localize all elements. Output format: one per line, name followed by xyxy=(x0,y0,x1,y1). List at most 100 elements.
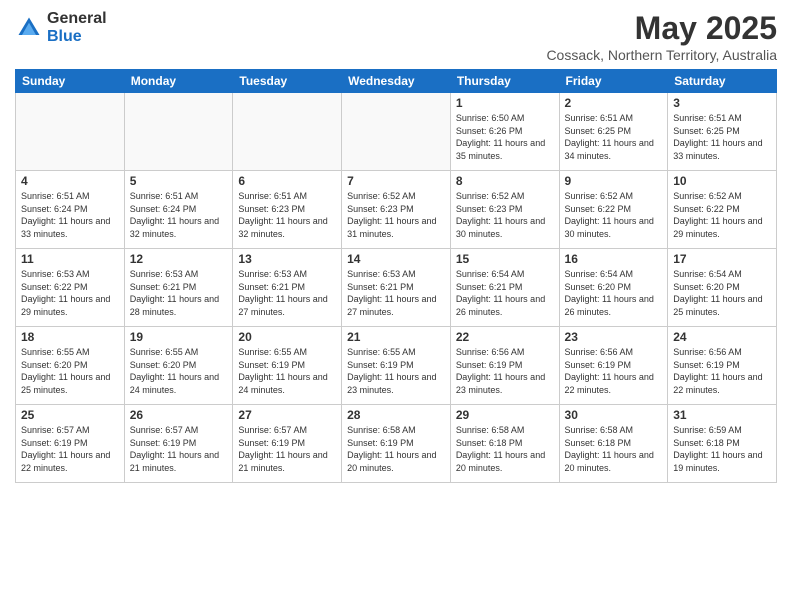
calendar-header-tuesday: Tuesday xyxy=(233,70,342,93)
logo-general: General xyxy=(47,10,107,28)
day-number: 29 xyxy=(456,408,554,422)
day-number: 30 xyxy=(565,408,663,422)
day-number: 8 xyxy=(456,174,554,188)
calendar-cell xyxy=(16,93,125,171)
day-info: Sunrise: 6:57 AM Sunset: 6:19 PM Dayligh… xyxy=(21,424,119,474)
calendar-cell: 15 Sunrise: 6:54 AM Sunset: 6:21 PM Dayli… xyxy=(450,249,559,327)
day-number: 9 xyxy=(565,174,663,188)
day-number: 22 xyxy=(456,330,554,344)
page-container: General Blue May 2025 Cossack, Northern … xyxy=(0,0,792,612)
day-info: Sunrise: 6:59 AM Sunset: 6:18 PM Dayligh… xyxy=(673,424,771,474)
calendar-cell: 8Sunrise: 6:52 AM Sunset: 6:23 PM Daylig… xyxy=(450,171,559,249)
month-title: May 2025 xyxy=(546,10,777,47)
calendar-cell: 18 Sunrise: 6:55 AM Sunset: 6:20 PM Dayli… xyxy=(16,327,125,405)
calendar-cell: 3Sunrise: 6:51 AM Sunset: 6:25 PM Daylig… xyxy=(668,93,777,171)
calendar-header-saturday: Saturday xyxy=(668,70,777,93)
day-number: 28 xyxy=(347,408,445,422)
day-number: 3 xyxy=(673,96,771,110)
day-info: Sunrise: 6:51 AM Sunset: 6:23 PM Dayligh… xyxy=(238,190,336,240)
calendar-cell: 17 Sunrise: 6:54 AM Sunset: 6:20 PM Dayli… xyxy=(668,249,777,327)
day-number: 19 xyxy=(130,330,228,344)
calendar-cell: 10Sunrise: 6:52 AM Sunset: 6:22 PM Dayli… xyxy=(668,171,777,249)
calendar-week-row: 18 Sunrise: 6:55 AM Sunset: 6:20 PM Dayli… xyxy=(16,327,777,405)
calendar-cell: 2 Sunrise: 6:51 AM Sunset: 6:25 PM Daylig… xyxy=(559,93,668,171)
day-info: Sunrise: 6:51 AM Sunset: 6:24 PM Dayligh… xyxy=(130,190,228,240)
day-info: Sunrise: 6:51 AM Sunset: 6:25 PM Dayligh… xyxy=(565,112,663,162)
day-info: Sunrise: 6:55 AM Sunset: 6:20 PM Dayligh… xyxy=(130,346,228,396)
logo-icon xyxy=(15,14,43,42)
day-info: Sunrise: 6:54 AM Sunset: 6:21 PM Dayligh… xyxy=(456,268,554,318)
day-info: Sunrise: 6:50 AM Sunset: 6:26 PM Dayligh… xyxy=(456,112,554,162)
calendar-cell: 12 Sunrise: 6:53 AM Sunset: 6:21 PM Dayli… xyxy=(124,249,233,327)
logo-blue: Blue xyxy=(47,28,107,46)
day-number: 4 xyxy=(21,174,119,188)
day-info: Sunrise: 6:52 AM Sunset: 6:23 PM Dayligh… xyxy=(347,190,445,240)
calendar-header-friday: Friday xyxy=(559,70,668,93)
calendar-cell: 19 Sunrise: 6:55 AM Sunset: 6:20 PM Dayli… xyxy=(124,327,233,405)
day-info: Sunrise: 6:57 AM Sunset: 6:19 PM Dayligh… xyxy=(130,424,228,474)
day-number: 25 xyxy=(21,408,119,422)
calendar-week-row: 4 Sunrise: 6:51 AM Sunset: 6:24 PM Daylig… xyxy=(16,171,777,249)
calendar-cell: 1 Sunrise: 6:50 AM Sunset: 6:26 PM Daylig… xyxy=(450,93,559,171)
day-info: Sunrise: 6:58 AM Sunset: 6:18 PM Dayligh… xyxy=(456,424,554,474)
day-info: Sunrise: 6:55 AM Sunset: 6:19 PM Dayligh… xyxy=(238,346,336,396)
calendar-cell xyxy=(124,93,233,171)
day-number: 14 xyxy=(347,252,445,266)
day-number: 17 xyxy=(673,252,771,266)
calendar-cell xyxy=(233,93,342,171)
calendar-cell: 16Sunrise: 6:54 AM Sunset: 6:20 PM Dayli… xyxy=(559,249,668,327)
day-number: 13 xyxy=(238,252,336,266)
calendar-cell: 28 Sunrise: 6:58 AM Sunset: 6:19 PM Dayli… xyxy=(342,405,451,483)
calendar-cell: 14Sunrise: 6:53 AM Sunset: 6:21 PM Dayli… xyxy=(342,249,451,327)
day-number: 27 xyxy=(238,408,336,422)
calendar-table: SundayMondayTuesdayWednesdayThursdayFrid… xyxy=(15,69,777,483)
day-info: Sunrise: 6:56 AM Sunset: 6:19 PM Dayligh… xyxy=(673,346,771,396)
calendar-cell: 22 Sunrise: 6:56 AM Sunset: 6:19 PM Dayli… xyxy=(450,327,559,405)
day-info: Sunrise: 6:53 AM Sunset: 6:21 PM Dayligh… xyxy=(238,268,336,318)
day-info: Sunrise: 6:58 AM Sunset: 6:18 PM Dayligh… xyxy=(565,424,663,474)
day-number: 23 xyxy=(565,330,663,344)
day-number: 16 xyxy=(565,252,663,266)
calendar-cell: 24 Sunrise: 6:56 AM Sunset: 6:19 PM Dayli… xyxy=(668,327,777,405)
day-number: 12 xyxy=(130,252,228,266)
calendar-cell: 25 Sunrise: 6:57 AM Sunset: 6:19 PM Dayli… xyxy=(16,405,125,483)
day-info: Sunrise: 6:55 AM Sunset: 6:20 PM Dayligh… xyxy=(21,346,119,396)
day-info: Sunrise: 6:58 AM Sunset: 6:19 PM Dayligh… xyxy=(347,424,445,474)
title-area: May 2025 Cossack, Northern Territory, Au… xyxy=(546,10,777,63)
calendar-cell: 29 Sunrise: 6:58 AM Sunset: 6:18 PM Dayli… xyxy=(450,405,559,483)
day-info: Sunrise: 6:54 AM Sunset: 6:20 PM Dayligh… xyxy=(673,268,771,318)
day-number: 5 xyxy=(130,174,228,188)
day-info: Sunrise: 6:56 AM Sunset: 6:19 PM Dayligh… xyxy=(565,346,663,396)
calendar-cell: 13 Sunrise: 6:53 AM Sunset: 6:21 PM Dayli… xyxy=(233,249,342,327)
calendar-cell xyxy=(342,93,451,171)
day-info: Sunrise: 6:51 AM Sunset: 6:24 PM Dayligh… xyxy=(21,190,119,240)
day-number: 15 xyxy=(456,252,554,266)
day-info: Sunrise: 6:56 AM Sunset: 6:19 PM Dayligh… xyxy=(456,346,554,396)
calendar-header-wednesday: Wednesday xyxy=(342,70,451,93)
calendar-header-sunday: Sunday xyxy=(16,70,125,93)
calendar-cell: 6Sunrise: 6:51 AM Sunset: 6:23 PM Daylig… xyxy=(233,171,342,249)
day-number: 10 xyxy=(673,174,771,188)
day-number: 26 xyxy=(130,408,228,422)
day-info: Sunrise: 6:55 AM Sunset: 6:19 PM Dayligh… xyxy=(347,346,445,396)
day-number: 24 xyxy=(673,330,771,344)
day-number: 2 xyxy=(565,96,663,110)
calendar-cell: 5 Sunrise: 6:51 AM Sunset: 6:24 PM Daylig… xyxy=(124,171,233,249)
day-number: 18 xyxy=(21,330,119,344)
calendar-header-row: SundayMondayTuesdayWednesdayThursdayFrid… xyxy=(16,70,777,93)
page-header: General Blue May 2025 Cossack, Northern … xyxy=(15,10,777,63)
day-info: Sunrise: 6:57 AM Sunset: 6:19 PM Dayligh… xyxy=(238,424,336,474)
day-number: 7 xyxy=(347,174,445,188)
logo: General Blue xyxy=(15,10,107,45)
calendar-cell: 31Sunrise: 6:59 AM Sunset: 6:18 PM Dayli… xyxy=(668,405,777,483)
calendar-week-row: 1 Sunrise: 6:50 AM Sunset: 6:26 PM Daylig… xyxy=(16,93,777,171)
calendar-cell: 27 Sunrise: 6:57 AM Sunset: 6:19 PM Dayli… xyxy=(233,405,342,483)
calendar-cell: 23 Sunrise: 6:56 AM Sunset: 6:19 PM Dayli… xyxy=(559,327,668,405)
day-info: Sunrise: 6:53 AM Sunset: 6:21 PM Dayligh… xyxy=(130,268,228,318)
day-number: 1 xyxy=(456,96,554,110)
day-number: 11 xyxy=(21,252,119,266)
calendar-cell: 20Sunrise: 6:55 AM Sunset: 6:19 PM Dayli… xyxy=(233,327,342,405)
calendar-cell: 9Sunrise: 6:52 AM Sunset: 6:22 PM Daylig… xyxy=(559,171,668,249)
subtitle: Cossack, Northern Territory, Australia xyxy=(546,47,777,63)
calendar-cell: 7 Sunrise: 6:52 AM Sunset: 6:23 PM Daylig… xyxy=(342,171,451,249)
